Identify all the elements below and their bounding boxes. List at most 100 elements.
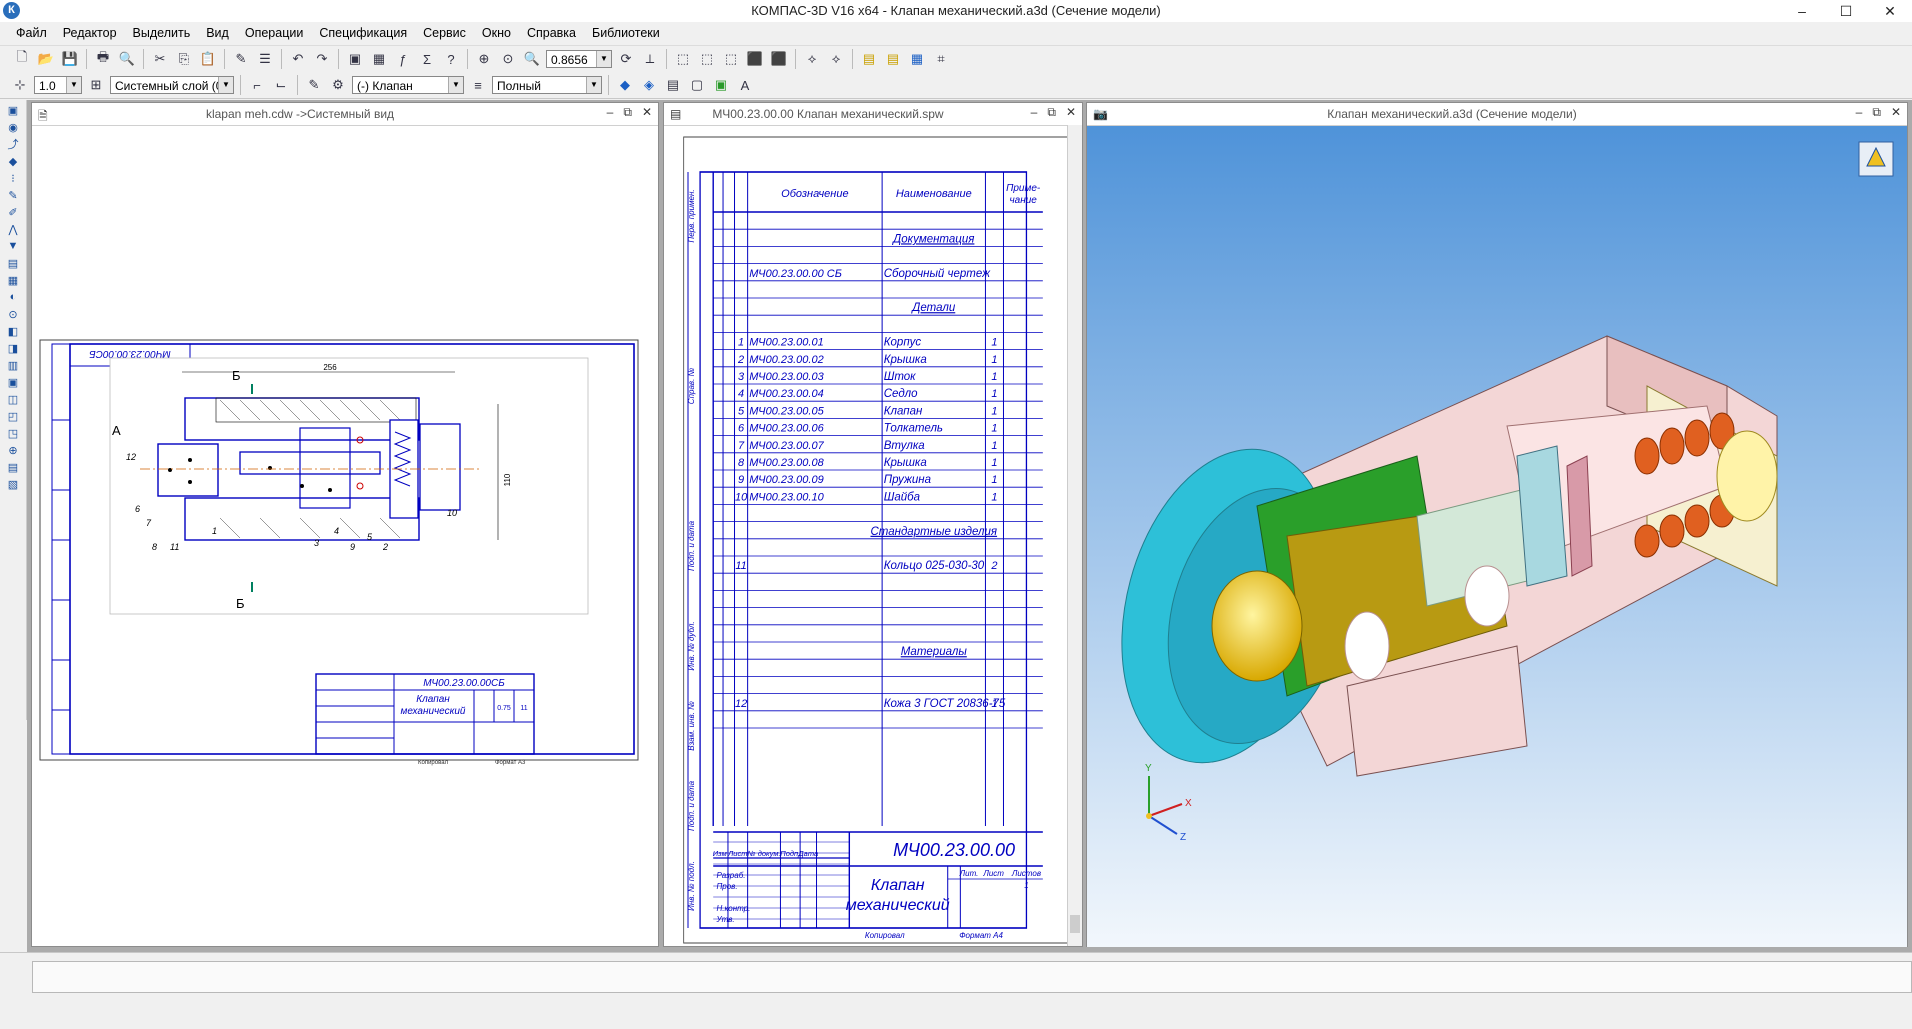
zoom-all-icon[interactable]: ⊙	[497, 48, 519, 70]
doc-restore-icon[interactable]: ⧉	[1872, 105, 1881, 120]
menu-help[interactable]: Справка	[519, 22, 584, 44]
tool-22-icon[interactable]: ▤	[4, 460, 22, 474]
new-file-icon[interactable]: 🗋	[11, 48, 33, 70]
minimize-icon[interactable]: –	[1780, 0, 1824, 22]
tool-21-icon[interactable]: ⊕	[4, 443, 22, 457]
menu-operations[interactable]: Операции	[237, 22, 311, 44]
orientation-icon[interactable]: ⟂	[639, 48, 661, 70]
drawing-sheet-canvas[interactable]: МЧ00.23.00.00СБ 256 110 А Б Б 12 6 7 8 1…	[32, 126, 658, 947]
menu-select[interactable]: Выделить	[125, 22, 199, 44]
command-prompt-field[interactable]	[32, 961, 1912, 993]
step-combo[interactable]: 1.0 ▼	[34, 76, 82, 94]
tool-1-icon[interactable]: ▣	[4, 103, 22, 117]
doc-close-icon[interactable]: ✕	[1891, 105, 1901, 120]
menu-window[interactable]: Окно	[474, 22, 519, 44]
section-view-icon[interactable]: ⟡	[825, 48, 847, 70]
close-icon[interactable]: ✕	[1868, 0, 1912, 22]
tool-8-icon[interactable]: ⋀	[4, 222, 22, 236]
tool-18-icon[interactable]: ◫	[4, 392, 22, 406]
tool-9-icon[interactable]: ▼	[4, 239, 22, 253]
tree-icon[interactable]: ☰	[254, 48, 276, 70]
appearance-icon[interactable]: ▤	[662, 74, 684, 96]
preview-icon[interactable]: 🔍	[116, 48, 138, 70]
tool-7-icon[interactable]: ✐	[4, 205, 22, 219]
tool-10-icon[interactable]: ▤	[4, 256, 22, 270]
doc-close-icon[interactable]: ✕	[642, 105, 652, 120]
local-cs-icon[interactable]: ⌐	[246, 74, 268, 96]
tool-20-icon[interactable]: ◳	[4, 426, 22, 440]
doc-minimize-icon[interactable]: –	[1856, 105, 1863, 120]
tool-4-icon[interactable]: ◆	[4, 154, 22, 168]
zoom-combo[interactable]: 0.8656 ▼	[546, 50, 612, 68]
text-icon[interactable]: A	[734, 74, 756, 96]
doc-minimize-icon[interactable]: –	[1031, 105, 1038, 120]
rotate-icon[interactable]: ⟳	[615, 48, 637, 70]
doc-restore-icon[interactable]: ⧉	[1047, 105, 1056, 120]
tool-23-icon[interactable]: ▧	[4, 477, 22, 491]
menu-file[interactable]: Файл	[0, 22, 55, 44]
manager-icon[interactable]: ▣	[344, 48, 366, 70]
zoom-frame-icon[interactable]: ⊕	[473, 48, 495, 70]
cut-icon[interactable]: ✂	[149, 48, 171, 70]
drawing-window[interactable]: 🗎 klapan meh.cdw ->Системный вид – ⧉ ✕ МЧ0…	[31, 102, 659, 947]
filter-icon[interactable]: ▤	[858, 48, 880, 70]
undo-icon[interactable]: ↶	[287, 48, 309, 70]
spec-window[interactable]: ▤ МЧ00.23.00.00 Клапан механический.spw …	[663, 102, 1137, 947]
copy-icon[interactable]: ⎘	[173, 48, 195, 70]
material-icon[interactable]: ◈	[638, 74, 660, 96]
tool-3-icon[interactable]: ⤴	[4, 137, 22, 151]
tool-14-icon[interactable]: ◧	[4, 324, 22, 338]
model-viewport[interactable]: Y X Z	[1087, 126, 1907, 947]
menu-editor[interactable]: Редактор	[55, 22, 125, 44]
wireframe-icon[interactable]: ⬚	[672, 48, 694, 70]
zoom-icon[interactable]: 🔍	[521, 48, 543, 70]
properties-icon[interactable]: ✎	[230, 48, 252, 70]
menu-view[interactable]: Вид	[198, 22, 237, 44]
doc-close-icon[interactable]: ✕	[1066, 105, 1076, 120]
menu-specification[interactable]: Спецификация	[311, 22, 415, 44]
menu-libraries[interactable]: Библиотеки	[584, 22, 668, 44]
layers-icon[interactable]: ≡	[467, 74, 489, 96]
scrollbar-thumb[interactable]	[1070, 915, 1080, 933]
tool-6-icon[interactable]: ✎	[4, 188, 22, 202]
tool-5-icon[interactable]: ⁝	[4, 171, 22, 185]
sketch-icon[interactable]: ▢	[686, 74, 708, 96]
library-icon[interactable]: ▦	[368, 48, 390, 70]
edit-part-icon[interactable]: ✎	[303, 74, 325, 96]
calculator-icon[interactable]: Σ	[416, 48, 438, 70]
tool-15-icon[interactable]: ◨	[4, 341, 22, 355]
spec-scrollbar[interactable]	[1067, 125, 1082, 946]
snap-icon[interactable]: ▦	[906, 48, 928, 70]
grid-icon[interactable]: ⊞	[85, 74, 107, 96]
tool-11-icon[interactable]: ▦	[4, 273, 22, 287]
model-window[interactable]: 📷 Клапан механический.a3d (Сечение модел…	[1086, 102, 1908, 947]
doc-restore-icon[interactable]: ⧉	[623, 105, 632, 120]
save-icon[interactable]: 💾	[59, 48, 81, 70]
menu-service[interactable]: Сервис	[415, 22, 474, 44]
component-icon[interactable]: ▣	[710, 74, 732, 96]
print-icon[interactable]: 🖶	[92, 48, 114, 70]
open-file-icon[interactable]: 📂	[35, 48, 57, 70]
hidden-lines-icon[interactable]: ⬚	[696, 48, 718, 70]
paste-icon[interactable]: 📋	[197, 48, 219, 70]
perspective-icon[interactable]: ⟡	[801, 48, 823, 70]
tool-19-icon[interactable]: ◰	[4, 409, 22, 423]
tool-17-icon[interactable]: ▣	[4, 375, 22, 389]
orto-icon[interactable]: ⌙	[270, 74, 292, 96]
variables-icon[interactable]: ƒ	[392, 48, 414, 70]
layer-combo[interactable]: Системный слой (0) ▼	[110, 76, 234, 94]
display-mode-combo[interactable]: Полный ▼	[492, 76, 602, 94]
shaded-icon[interactable]: ⬛	[744, 48, 766, 70]
help-cursor-icon[interactable]: ?	[440, 48, 462, 70]
doc-minimize-icon[interactable]: –	[607, 105, 614, 120]
spec-sheet-canvas[interactable]: Обозначение Наименование Приме-чание Докуме…	[664, 126, 1137, 947]
maximize-icon[interactable]: ☐	[1824, 0, 1868, 22]
tool-2-icon[interactable]: ◉	[4, 120, 22, 134]
object-combo[interactable]: (-) Клапан механиче▼	[352, 76, 464, 111]
tool-16-icon[interactable]: ▥	[4, 358, 22, 372]
measure-icon[interactable]: ⌗	[930, 48, 952, 70]
gear-icon[interactable]: ⚙	[327, 74, 349, 96]
tool-12-icon[interactable]: ◐	[4, 290, 22, 304]
thin-hidden-icon[interactable]: ⬚	[720, 48, 742, 70]
color-icon[interactable]: ◆	[614, 74, 636, 96]
